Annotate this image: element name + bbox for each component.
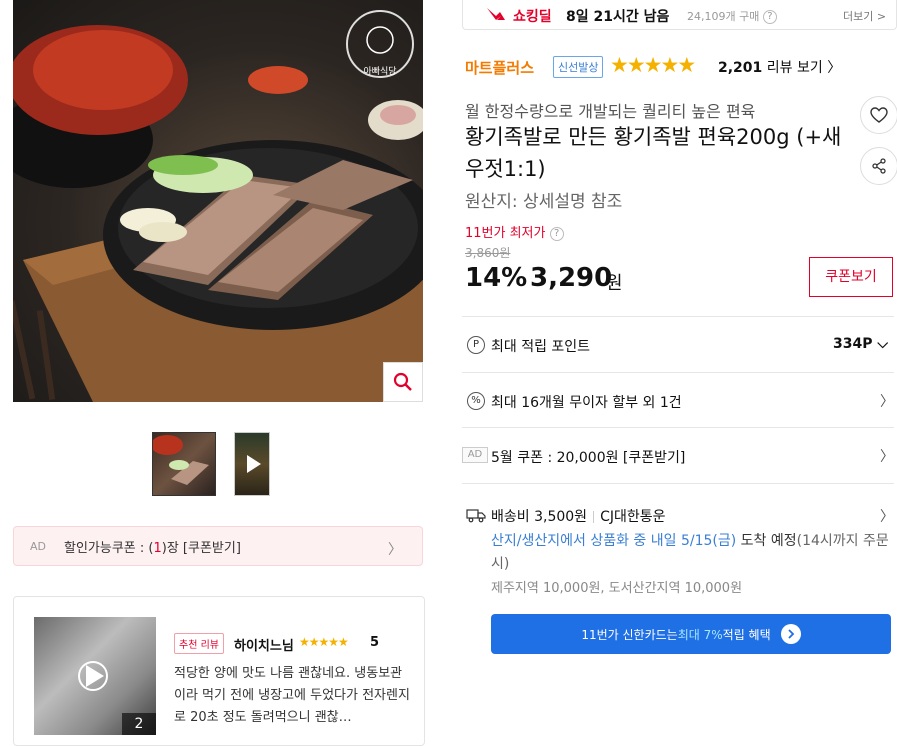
- rating-stars: ★★★★★: [610, 53, 696, 77]
- divider: [462, 372, 894, 373]
- shipping-fee: 배송비 3,500원 CJ대한통운: [491, 509, 666, 525]
- product-main-image[interactable]: 아빠식당: [13, 0, 423, 402]
- shipping-extra-fee: 제주지역 10,000원, 도서산간지역 10,000원: [491, 581, 743, 596]
- reviewer-name: 하이치느님: [234, 639, 294, 654]
- installment-text[interactable]: 최대 16개월 무이자 할부 외 1건: [491, 392, 682, 412]
- thumbnail-food-image: [153, 435, 209, 485]
- play-icon: [86, 665, 104, 687]
- recommended-review-badge: 추천 리뷰: [174, 633, 224, 654]
- deal-bar: 쇼킹딜 8일 21시간 남음 24,109개 구매 ? 더보기 >: [462, 0, 897, 30]
- review-text: 적당한 양에 맛도 나름 괜찮네요. 냉동보관이라 먹기 전에 냉장고에 두었다…: [174, 666, 410, 725]
- card-benefit-banner[interactable]: 11번가 신한카드는 최대 7% 적립 혜택: [491, 614, 891, 654]
- chevron-right-icon[interactable]: 〉: [880, 391, 894, 411]
- coupon-view-button[interactable]: 쿠폰보기: [809, 257, 893, 297]
- divider: [462, 316, 894, 317]
- product-title: 황기족발로 만든 황기족발 편육200g (+새우젓1:1): [465, 125, 842, 181]
- price-unit: 원: [606, 273, 623, 294]
- help-icon: ?: [549, 226, 564, 241]
- review-card[interactable]: 2 추천 리뷰 하이치느님 ★★★★★ 5 적당한 양에 맛도 나름 괜찮네요.…: [13, 596, 425, 746]
- divider: [462, 427, 894, 428]
- seller-name[interactable]: 마트플러스: [465, 57, 534, 78]
- points-label: 최대 적립 포인트: [491, 339, 591, 355]
- shocking-deal-icon: [487, 8, 505, 20]
- heart-icon: [870, 107, 888, 123]
- truck-icon: [466, 509, 486, 523]
- deal-buy-count: 24,109개 구매 ?: [687, 8, 777, 24]
- carrier-name: CJ대한통운: [600, 509, 666, 525]
- deal-time-left: 8일 21시간 남음: [566, 9, 670, 25]
- deal-more-link[interactable]: 더보기 >: [843, 8, 886, 24]
- review-link[interactable]: 2,201 리뷰 보기 〉: [718, 57, 841, 77]
- arrow-right-icon: [780, 624, 801, 644]
- play-icon: [247, 455, 261, 473]
- thumbnail-1[interactable]: [152, 432, 216, 496]
- lowest-price-label: 11번가 최저가 ?: [465, 222, 564, 241]
- magnifier-icon: [393, 372, 412, 391]
- share-icon: [872, 158, 886, 174]
- wishlist-button[interactable]: [860, 96, 897, 134]
- discount-rate: 14%: [465, 263, 528, 293]
- coupon-bar[interactable]: AD 할인가능쿠폰 : (1)장 [쿠폰받기] 〉: [13, 526, 423, 566]
- points-value[interactable]: 334P ⌵: [833, 336, 888, 352]
- sale-price: 3,290: [530, 263, 613, 293]
- thumbnail-2-video[interactable]: [234, 432, 270, 496]
- coupon-bar-text: 할인가능쿠폰 : (1)장 [쿠폰받기]: [64, 540, 241, 556]
- chevron-right-icon[interactable]: 〉: [880, 506, 894, 526]
- review-photo[interactable]: 2: [34, 617, 156, 735]
- share-button[interactable]: [860, 147, 897, 185]
- ad-label: AD: [30, 539, 46, 553]
- brand-logo-text: 아빠식당: [363, 66, 396, 77]
- delivery-estimate: 산지/생산지에서 상품화 중 내일 5/15(금) 도착 예정(14시까지 주문…: [491, 533, 889, 572]
- help-icon: ?: [762, 10, 777, 24]
- review-stars: ★★★★★: [299, 635, 349, 649]
- zoom-button[interactable]: [383, 362, 423, 402]
- ad-label: AD: [462, 447, 488, 463]
- fresh-badge: 신선발상: [553, 56, 604, 78]
- original-price: 3,860원: [465, 246, 511, 260]
- may-coupon-text[interactable]: 5월 쿠폰 : 20,000원 [쿠폰받기]: [491, 447, 685, 467]
- photo-count: 2: [122, 713, 156, 735]
- chevron-right-icon: 〉: [388, 542, 402, 558]
- food-illustration: 아빠식당: [13, 10, 423, 402]
- product-origin: 원산지: 상세설명 참조: [465, 192, 623, 212]
- divider: [462, 483, 894, 484]
- chevron-right-icon[interactable]: 〉: [880, 446, 894, 466]
- chevron-down-icon: ⌵: [877, 336, 888, 352]
- product-subtitle: 월 한정수량으로 개발되는 퀄리티 높은 편육: [465, 102, 756, 121]
- review-score: 5: [370, 635, 380, 650]
- deal-label: 쇼킹딜: [513, 9, 552, 25]
- half-star-icon: ★: [677, 53, 696, 77]
- chevron-right-icon: 〉: [827, 60, 842, 76]
- percent-icon: %: [467, 392, 485, 410]
- point-icon: P: [467, 336, 485, 354]
